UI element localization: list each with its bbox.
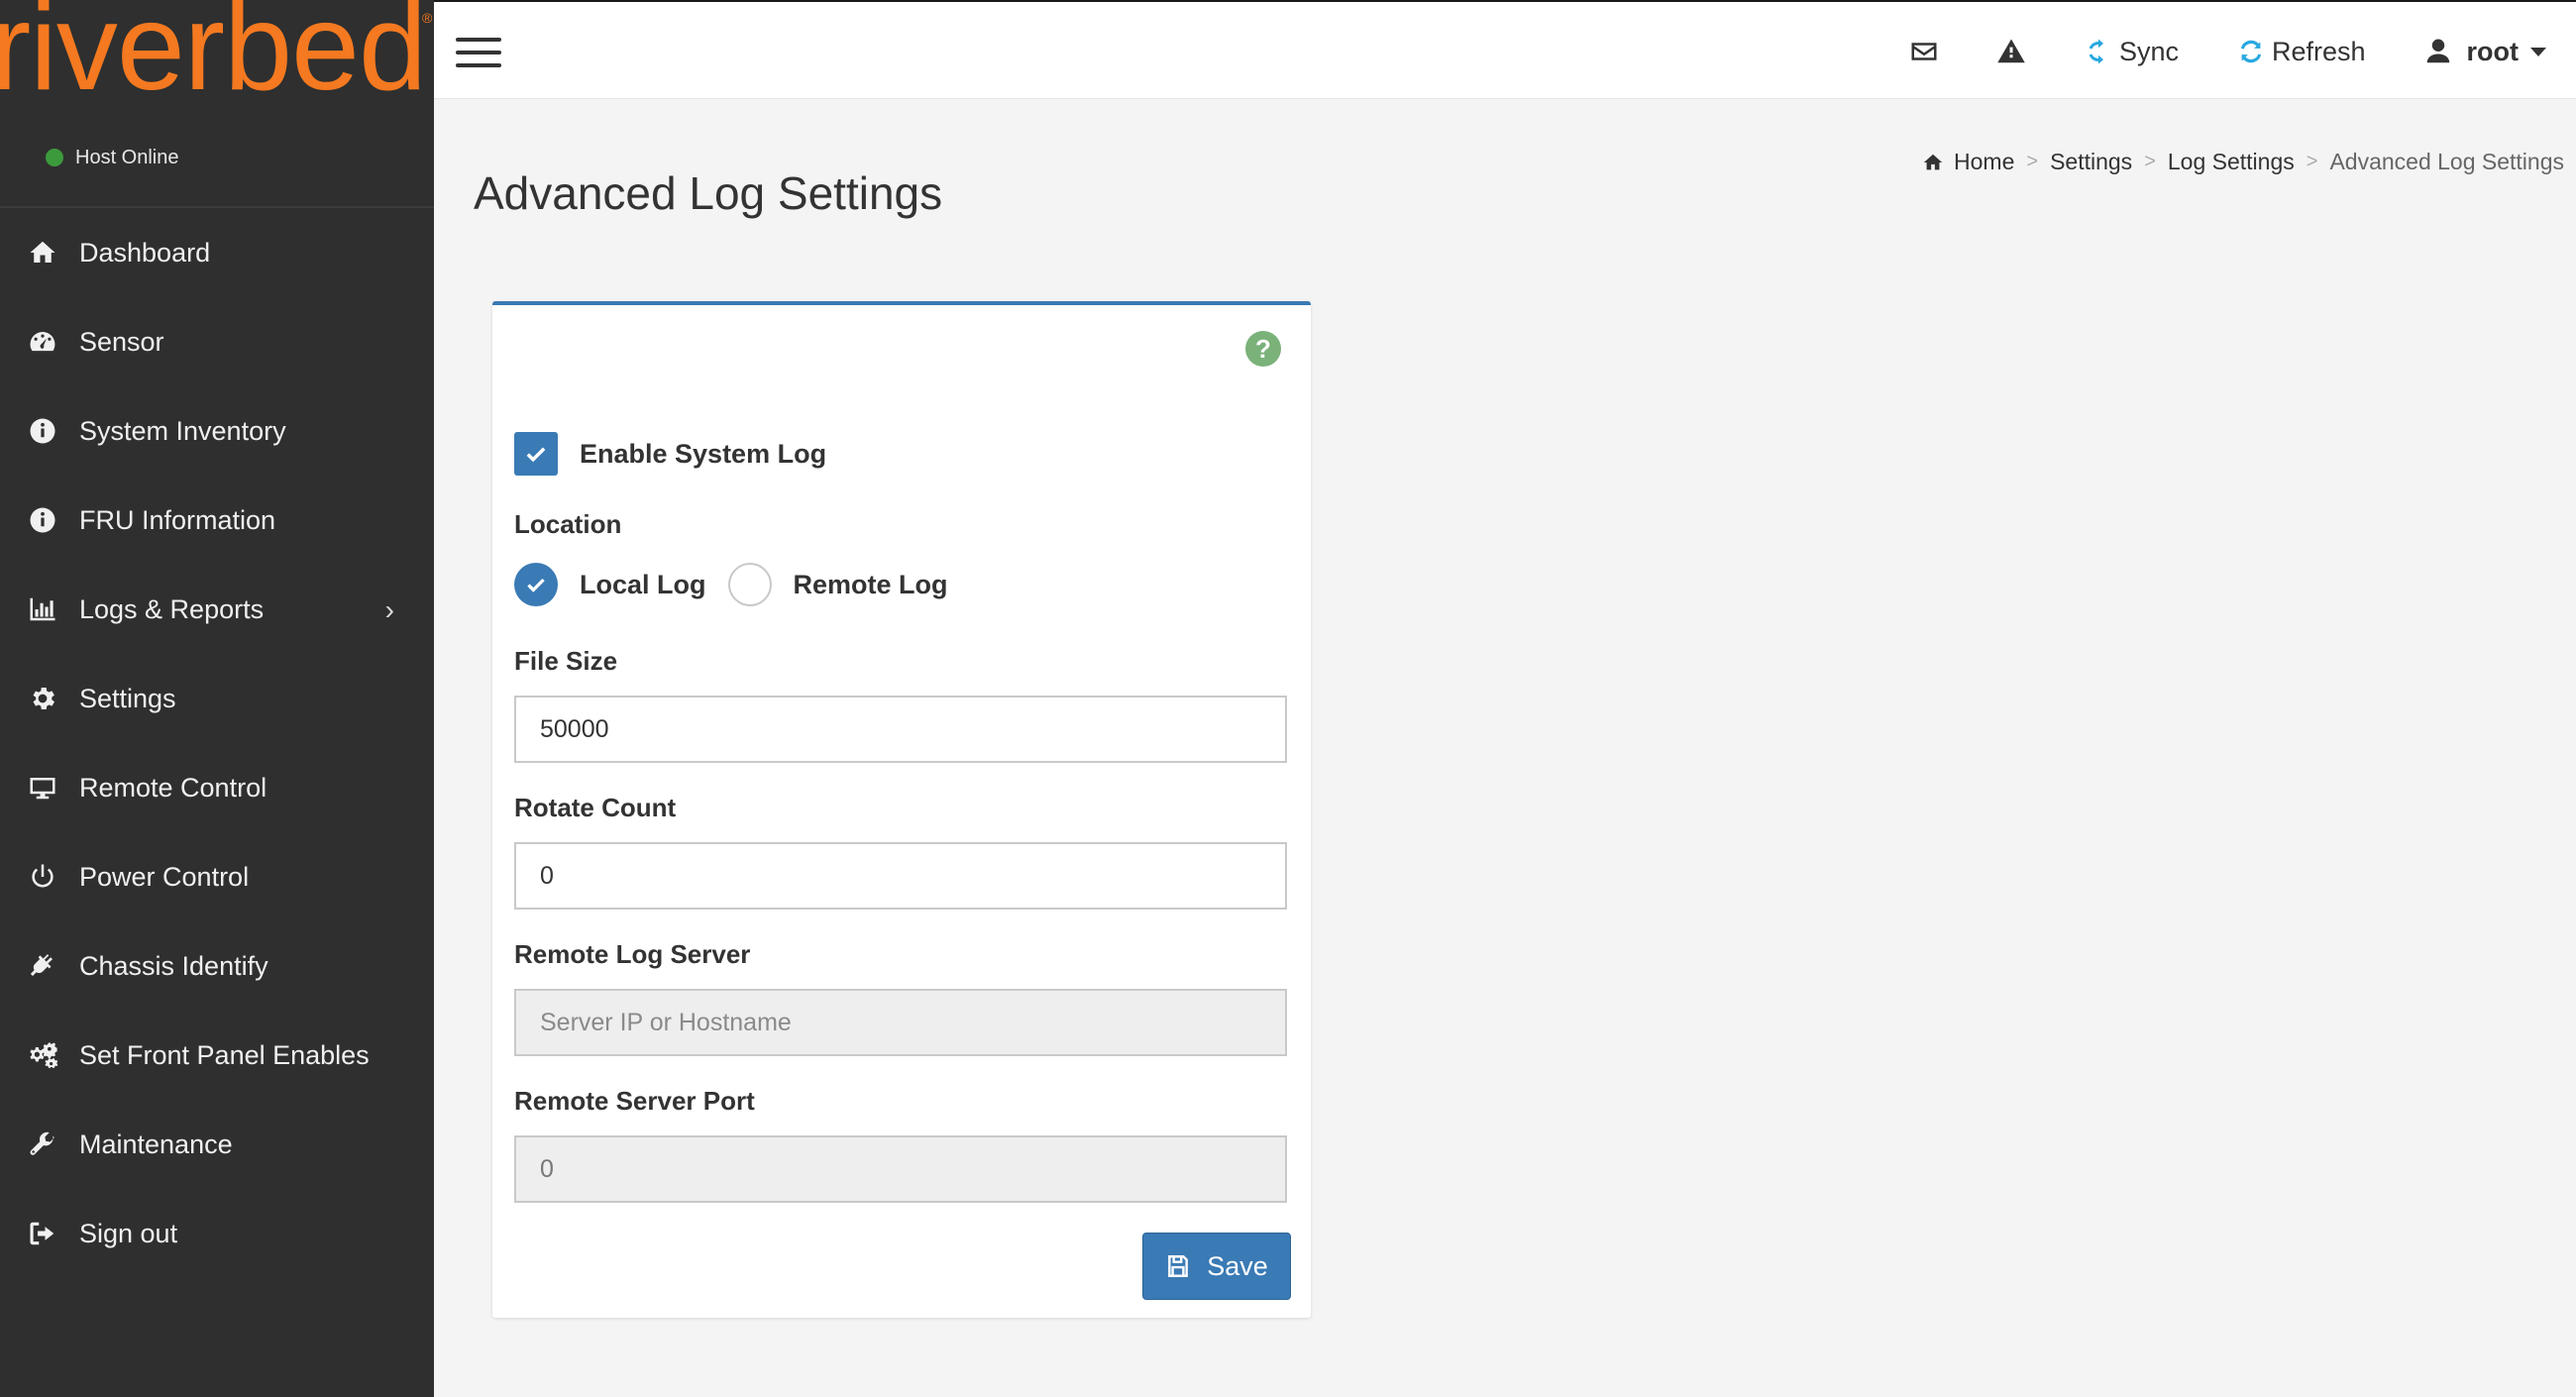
page-title: Advanced Log Settings — [474, 167, 943, 219]
plug-icon — [26, 949, 59, 983]
sidebar-item-label: Maintenance — [79, 1128, 233, 1159]
remote-server-port-input[interactable] — [514, 1135, 1287, 1203]
sidebar-item-maintenance[interactable]: Maintenance — [0, 1100, 434, 1189]
hamburger-menu-icon[interactable] — [456, 38, 501, 67]
alerts-button[interactable] — [1996, 37, 2026, 66]
remote-log-server-input[interactable] — [514, 989, 1287, 1056]
remote-log-label[interactable]: Remote Log — [794, 570, 948, 600]
home-icon — [1923, 154, 1943, 169]
sidebar-item-fru-information[interactable]: FRU Information — [0, 476, 434, 565]
file-size-input[interactable] — [514, 696, 1287, 763]
breadcrumb-log-settings[interactable]: Log Settings — [2168, 149, 2295, 175]
sidebar-item-label: Chassis Identify — [79, 950, 268, 981]
remote-server-port-label: Remote Server Port — [514, 1086, 755, 1116]
local-log-label[interactable]: Local Log — [580, 570, 706, 600]
breadcrumb-current: Advanced Log Settings — [2329, 149, 2564, 174]
refresh-button[interactable]: Refresh — [2236, 37, 2366, 67]
caret-down-icon — [2530, 47, 2546, 56]
checkmark-icon — [527, 578, 545, 592]
bar-chart-icon — [26, 592, 59, 626]
breadcrumb-separator: > — [2026, 151, 2039, 172]
refresh-icon — [2240, 40, 2262, 63]
refresh-label: Refresh — [2271, 36, 2366, 66]
remote-log-server-label: Remote Log Server — [514, 939, 751, 969]
sidebar-item-label: Sign out — [79, 1218, 178, 1248]
local-log-radio[interactable] — [514, 563, 558, 606]
sidebar-item-sensor[interactable]: Sensor — [0, 297, 434, 386]
floppy-disk-icon — [1168, 1255, 1189, 1277]
breadcrumb-separator: > — [2306, 151, 2318, 172]
registered-mark: ® — [422, 10, 433, 26]
wrench-icon — [26, 1128, 59, 1161]
file-size-label: File Size — [514, 646, 618, 676]
rotate-count-input[interactable] — [514, 842, 1287, 910]
host-status-text: Host Online — [75, 146, 179, 168]
checkbox-checked-icon[interactable] — [514, 432, 558, 476]
sync-button[interactable]: Sync — [2084, 37, 2179, 67]
riverbed-logo: riverbed ® — [0, 0, 434, 109]
top-navbar: Sync Refresh root — [434, 0, 2576, 99]
logo-text: riverbed — [0, 0, 427, 109]
host-status: Host Online — [0, 109, 434, 208]
user-menu[interactable]: root — [2423, 37, 2546, 67]
breadcrumb-settings[interactable]: Settings — [2050, 149, 2132, 175]
sidebar-item-system-inventory[interactable]: System Inventory — [0, 386, 434, 476]
sidebar-item-chassis-identify[interactable]: Chassis Identify — [0, 921, 434, 1011]
status-dot-icon — [46, 149, 63, 166]
user-icon — [2426, 39, 2449, 63]
breadcrumb-home[interactable]: Home — [1954, 149, 2014, 175]
enable-system-log-checkbox[interactable]: Enable System Log — [514, 432, 826, 476]
dashboard-gauge-icon — [26, 325, 59, 359]
chevron-right-icon: › — [384, 594, 394, 625]
location-label: Location — [514, 509, 622, 539]
sidebar-item-set-front-panel-enables[interactable]: Set Front Panel Enables — [0, 1011, 434, 1100]
sidebar-item-label: Set Front Panel Enables — [79, 1039, 370, 1070]
username-label: root — [2466, 36, 2519, 66]
envelope-icon — [1911, 43, 1937, 60]
sidebar-item-label: Settings — [79, 683, 176, 713]
sidebar-item-label: FRU Information — [79, 504, 276, 535]
sidebar-item-label: Remote Control — [79, 772, 268, 803]
info-circle-icon — [26, 414, 59, 448]
sidebar-item-dashboard[interactable]: Dashboard — [0, 208, 434, 297]
sidebar-item-label: Logs & Reports — [79, 593, 265, 624]
sidebar-item-label: Sensor — [79, 326, 164, 357]
info-circle-icon — [26, 503, 59, 537]
gears-icon — [26, 1038, 59, 1072]
sidebar: riverbed ® Host Online Dashboard Sensor … — [0, 0, 434, 1397]
sidebar-item-logs-reports[interactable]: Logs & Reports › — [0, 565, 434, 654]
sidebar-item-label: System Inventory — [79, 415, 286, 446]
breadcrumb: Home > Settings > Log Settings > Advance… — [1922, 149, 2564, 175]
remote-log-radio[interactable] — [727, 563, 772, 606]
sidebar-item-sign-out[interactable]: Sign out — [0, 1189, 434, 1278]
sidebar-item-settings[interactable]: Settings — [0, 654, 434, 743]
enable-system-log-label: Enable System Log — [580, 438, 827, 469]
sidebar-nav: Dashboard Sensor System Inventory FRU In… — [0, 208, 434, 1278]
sidebar-item-label: Power Control — [79, 861, 250, 892]
sync-label: Sync — [2118, 36, 2179, 66]
messages-button[interactable] — [1909, 37, 1939, 66]
warning-icon — [1997, 39, 2025, 63]
rotate-count-label: Rotate Count — [514, 793, 677, 822]
monitor-icon — [26, 771, 59, 805]
gear-icon — [26, 682, 59, 715]
location-radio-group: Local Log Remote Log — [514, 563, 970, 606]
power-icon — [26, 860, 59, 894]
help-icon[interactable]: ? — [1245, 331, 1281, 367]
breadcrumb-separator: > — [2144, 151, 2156, 172]
home-icon — [26, 236, 59, 269]
sidebar-item-label: Dashboard — [79, 237, 211, 268]
sidebar-item-power-control[interactable]: Power Control — [0, 832, 434, 921]
sidebar-item-remote-control[interactable]: Remote Control — [0, 743, 434, 832]
save-button[interactable]: Save — [1142, 1233, 1291, 1300]
topbar-actions: Sync Refresh root — [1852, 2, 2546, 101]
log-settings-card: ? Enable System Log Location Local Log R… — [492, 301, 1311, 1318]
sync-icon — [2089, 39, 2103, 64]
save-label: Save — [1207, 1250, 1268, 1281]
sign-out-icon — [26, 1217, 59, 1250]
